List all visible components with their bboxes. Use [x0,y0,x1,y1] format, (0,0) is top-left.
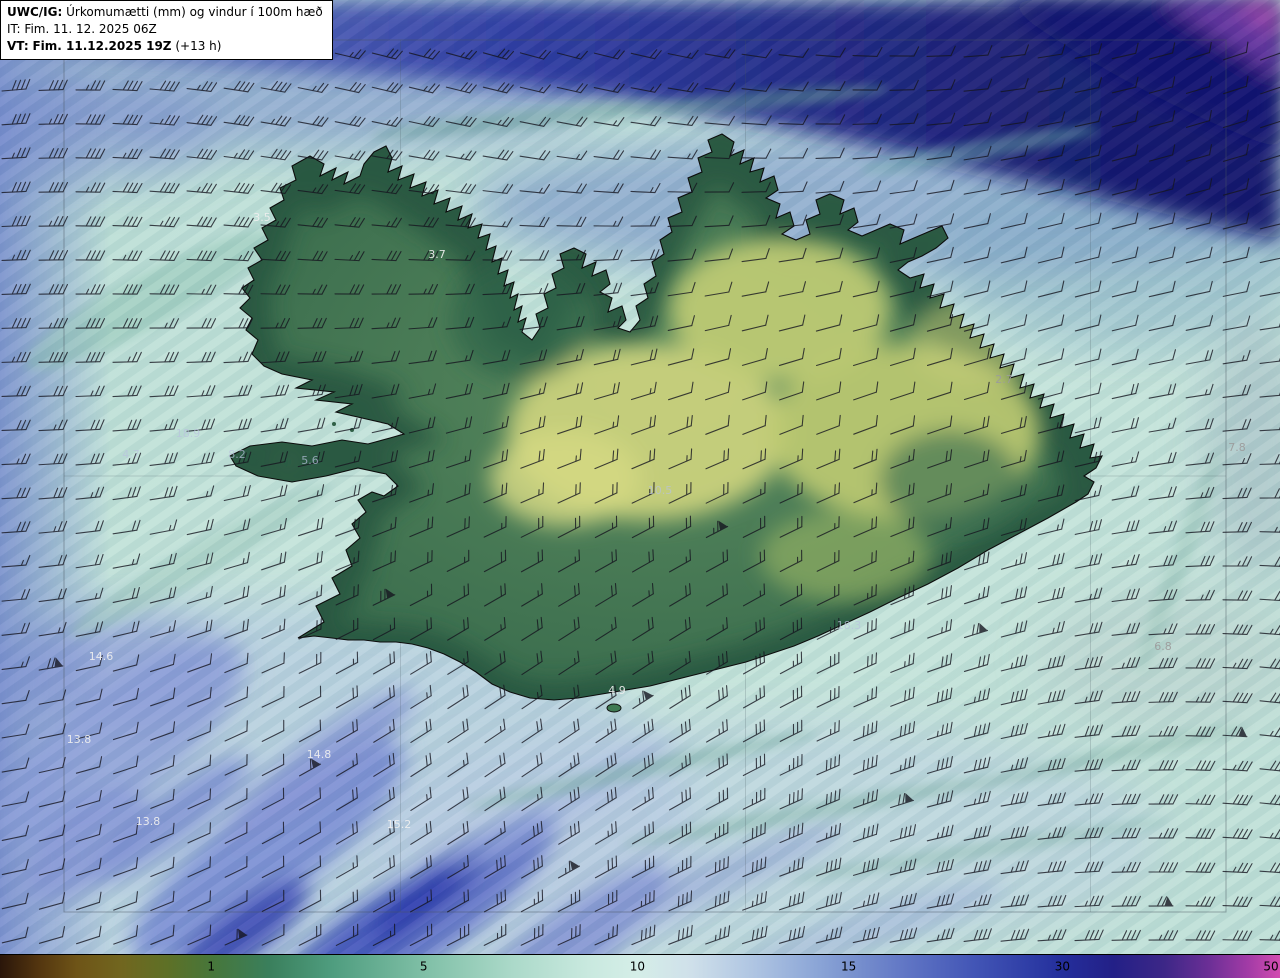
colorbar-tick-label: 50 [1263,959,1279,974]
precip-value-label: 3.5 [253,211,271,224]
map-title-line: UWC/IG: Úrkomumætti (mm) og vindur í 100… [7,4,323,21]
init-value: Fim. 11. 12. 2025 06Z [24,22,157,36]
colorbar-tick-label: 15 [840,959,857,974]
precip-value-label: 14.8 [307,748,332,761]
precip-value-label: 3.7 [428,248,446,261]
map-title: Úrkomumætti (mm) og vindur í 100m hæð [66,5,323,19]
map-title-box: UWC/IG: Úrkomumætti (mm) og vindur í 100… [0,0,333,60]
precip-value-label: 7.8 [1228,441,1246,454]
colorbar-ticks: 1 5 10 15 30 50 [0,955,1280,978]
colorbar-tick-label: 30 [1054,959,1071,974]
valid-offset: (+13 h) [175,39,222,53]
precip-value-label: 8.2 [228,448,246,461]
map-viewport: 3.5 3.7 18.9 4.7 8.2 5.6 10.5 2.7 7.8 14.6 13.8 14.… [0,0,1280,978]
precip-value-label: 13.8 [67,733,92,746]
precip-value-label: 18.3 [837,619,862,632]
model-label: UWC/IG: [7,5,63,19]
islet [332,422,336,426]
precip-value-label: 15.2 [387,818,412,831]
island-heimaey [606,703,622,713]
init-time-line: IT: Fim. 11. 12. 2025 06Z [7,21,323,38]
valid-time-line: VT: Fim. 11.12.2025 19Z (+13 h) [7,38,323,55]
colorbar-tick-label: 1 [207,959,216,974]
precipitation-wind-map: 3.53.718.94.7 8.2 5.610.52.77.814.613.814.… [0,0,1280,978]
precip-value-label: 18.9 [176,427,201,440]
precip-value-label: 14.6 [89,650,114,663]
precip-value-label: 6.8 [1154,640,1172,653]
valid-label: VT: [7,39,29,53]
precip-value-label: 4.7 [122,448,140,461]
colorbar-tick-label: 5 [419,959,428,974]
precip-value-label: 4.9 [608,684,626,697]
precip-value-label: 13.8 [136,815,161,828]
init-label: IT: [7,22,21,36]
precip-value-label: 5.6 [301,454,319,467]
colorbar-tick-label: 10 [629,959,646,974]
precip-colorbar: 1 5 10 15 30 50 [0,954,1280,978]
precip-value-label: 10.5 [648,484,673,497]
valid-value: Fim. 11.12.2025 19Z [32,39,172,53]
precip-value-label: 2.7 [995,373,1013,386]
